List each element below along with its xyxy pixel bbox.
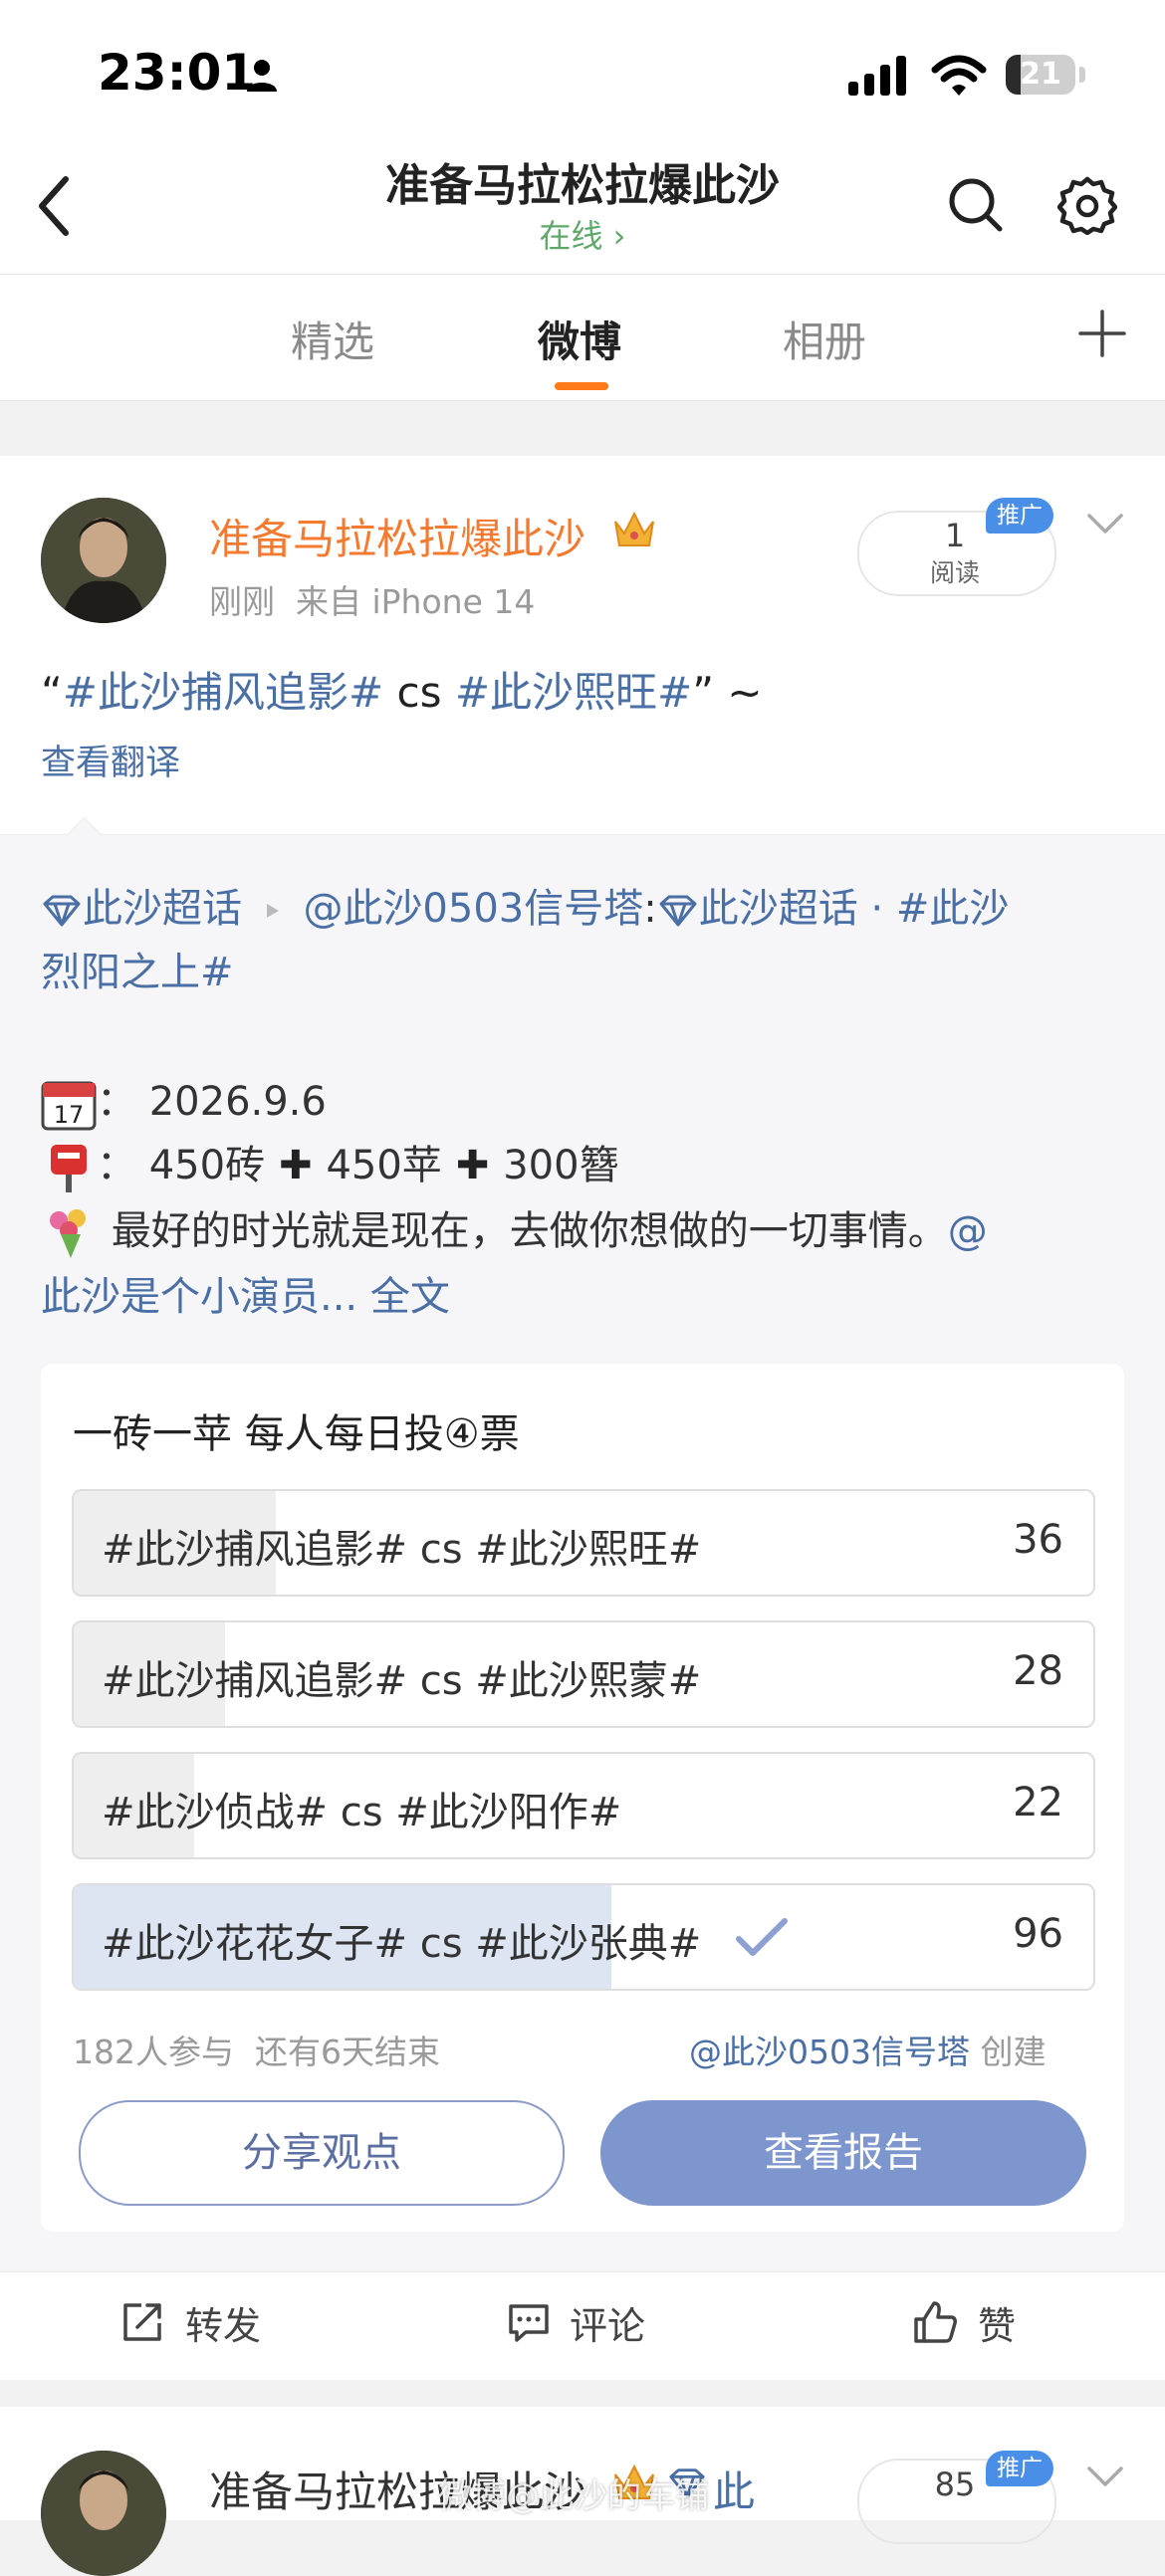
signal-icon xyxy=(848,56,906,96)
poll-option-count: 22 xyxy=(1013,1780,1063,1825)
tab-album[interactable]: 相册 xyxy=(783,309,866,369)
author-link[interactable]: @此沙0503信号塔 xyxy=(303,886,643,932)
play-triangle-icon xyxy=(266,904,279,918)
poll-option-label: #此沙捕风追影# cs #此沙熙蒙# xyxy=(102,1658,702,1704)
full-text-link[interactable]: 全文 xyxy=(370,1274,450,1320)
search-icon[interactable] xyxy=(946,175,1006,235)
tab-active-indicator xyxy=(555,382,608,390)
avatar[interactable] xyxy=(41,2451,166,2576)
battery-nub xyxy=(1079,67,1085,83)
username[interactable]: 准备马拉松拉爆此沙 xyxy=(209,506,585,566)
like-icon[interactable] xyxy=(912,2299,958,2345)
repost-header: 此沙超话 @此沙0503信号塔: 此沙超话 · #此沙 xyxy=(41,876,1009,934)
username-tail[interactable]: 此 xyxy=(713,2459,755,2519)
date-value: 2026.9.6 xyxy=(148,1079,327,1125)
tab-featured[interactable]: 精选 xyxy=(291,309,374,369)
poll-option-label: #此沙花花女子# cs #此沙张典# xyxy=(102,1921,702,1967)
read-label: 阅读 xyxy=(929,558,980,587)
repost-icon[interactable] xyxy=(119,2299,165,2345)
postbox-icon xyxy=(51,1145,87,1192)
bouquet-icon xyxy=(50,1209,86,1258)
view-report-button[interactable]: 查看报告 xyxy=(600,2100,1086,2206)
repost-header-cont: 烈阳之上# xyxy=(41,940,234,997)
post-time: 刚刚 xyxy=(209,582,275,621)
calendar-icon: 17 xyxy=(41,1081,97,1131)
poll-stats: 182人参与 还有6天结束 xyxy=(73,2026,440,2073)
comment-button[interactable]: 评论 xyxy=(570,2295,645,2350)
translate-link[interactable]: 查看翻译 xyxy=(41,735,180,785)
hashtag-link[interactable]: #此沙捕风追影# xyxy=(63,668,383,717)
poll-title: 一砖一苹 每人每日投④票 xyxy=(73,1411,520,1457)
person-icon xyxy=(247,60,277,92)
tab-weibo[interactable]: 微博 xyxy=(538,309,621,369)
poll-option[interactable]: #此沙侦战# cs #此沙阳作# 22 xyxy=(72,1752,1095,1859)
poll-remaining: 还有6天结束 xyxy=(254,2033,440,2071)
poll-option[interactable]: #此沙捕风追影# cs #此沙熙蒙# 28 xyxy=(72,1620,1095,1728)
poll-creator-link[interactable]: @此沙0503信号塔 xyxy=(689,2033,970,2071)
chevron-down-icon[interactable] xyxy=(1085,2463,1125,2492)
wifi-icon xyxy=(931,55,987,96)
like-button[interactable]: 赞 xyxy=(978,2295,1016,2350)
poll-option-label: #此沙侦战# cs #此沙阳作# xyxy=(102,1790,622,1835)
poll-option-voted[interactable]: #此沙花花女子# cs #此沙张典# 96 xyxy=(72,1883,1095,1991)
chevron-down-icon[interactable] xyxy=(1085,510,1125,539)
avatar[interactable] xyxy=(41,498,166,623)
poll-creator: @此沙0503信号塔 创建 xyxy=(689,2033,1047,2071)
gear-icon[interactable] xyxy=(1057,175,1117,235)
post-text: “#此沙捕风追影# cs #此沙熙旺#” ~ xyxy=(41,668,763,717)
plus-icon[interactable] xyxy=(1077,309,1127,358)
share-opinion-button[interactable]: 分享观点 xyxy=(79,2100,565,2206)
diamond-icon xyxy=(659,895,697,927)
hashtag-link[interactable]: #此沙 xyxy=(896,886,1010,932)
hashtag-link[interactable]: #此沙熙旺# xyxy=(455,668,692,717)
poll-option-label: #此沙捕风追影# cs #此沙熙旺# xyxy=(102,1527,702,1573)
poll-option-count: 28 xyxy=(1013,1648,1063,1694)
supertopic-link-2[interactable]: 此沙超话 xyxy=(657,886,858,932)
repost-button[interactable]: 转发 xyxy=(185,2295,261,2350)
post-source: 来自 iPhone 14 xyxy=(295,582,536,621)
watermark: 微博@此沙的车铺 xyxy=(438,2476,709,2516)
poll-option[interactable]: #此沙捕风追影# cs #此沙熙旺# 36 xyxy=(72,1489,1095,1597)
comment-icon[interactable] xyxy=(506,2299,552,2345)
check-icon xyxy=(736,1918,788,1956)
crown-icon xyxy=(614,511,654,546)
mention-link[interactable]: 此沙是个小演员... xyxy=(41,1274,357,1320)
date-line: 17： 2026.9.6 xyxy=(41,1069,327,1131)
poll-option-count: 36 xyxy=(1013,1517,1063,1563)
poll-option-count: 96 xyxy=(1013,1911,1063,1957)
battery-icon: 21 xyxy=(1006,55,1075,95)
supertopic-link[interactable]: 此沙超话 xyxy=(41,886,242,932)
quote-line-cont: 此沙是个小演员... 全文 xyxy=(41,1264,450,1322)
diamond-icon xyxy=(43,895,81,927)
promo-badge: 推广 xyxy=(986,498,1053,534)
status-time: 23:01 xyxy=(98,44,257,102)
poll-participants: 182人参与 xyxy=(73,2033,234,2071)
hashtag-link-cont[interactable]: 烈阳之上# xyxy=(41,950,234,995)
post-meta: 刚刚 来自 iPhone 14 xyxy=(209,575,535,623)
promo-badge: 推广 xyxy=(986,2451,1053,2486)
reward-line: ： 450砖 ✚ 450苹 ✚ 300簪 xyxy=(41,1133,619,1194)
quote-line: 最好的时光就是现在，去做你想做的一切事情。@ xyxy=(41,1198,988,1260)
svg-text:17: 17 xyxy=(54,1101,85,1129)
